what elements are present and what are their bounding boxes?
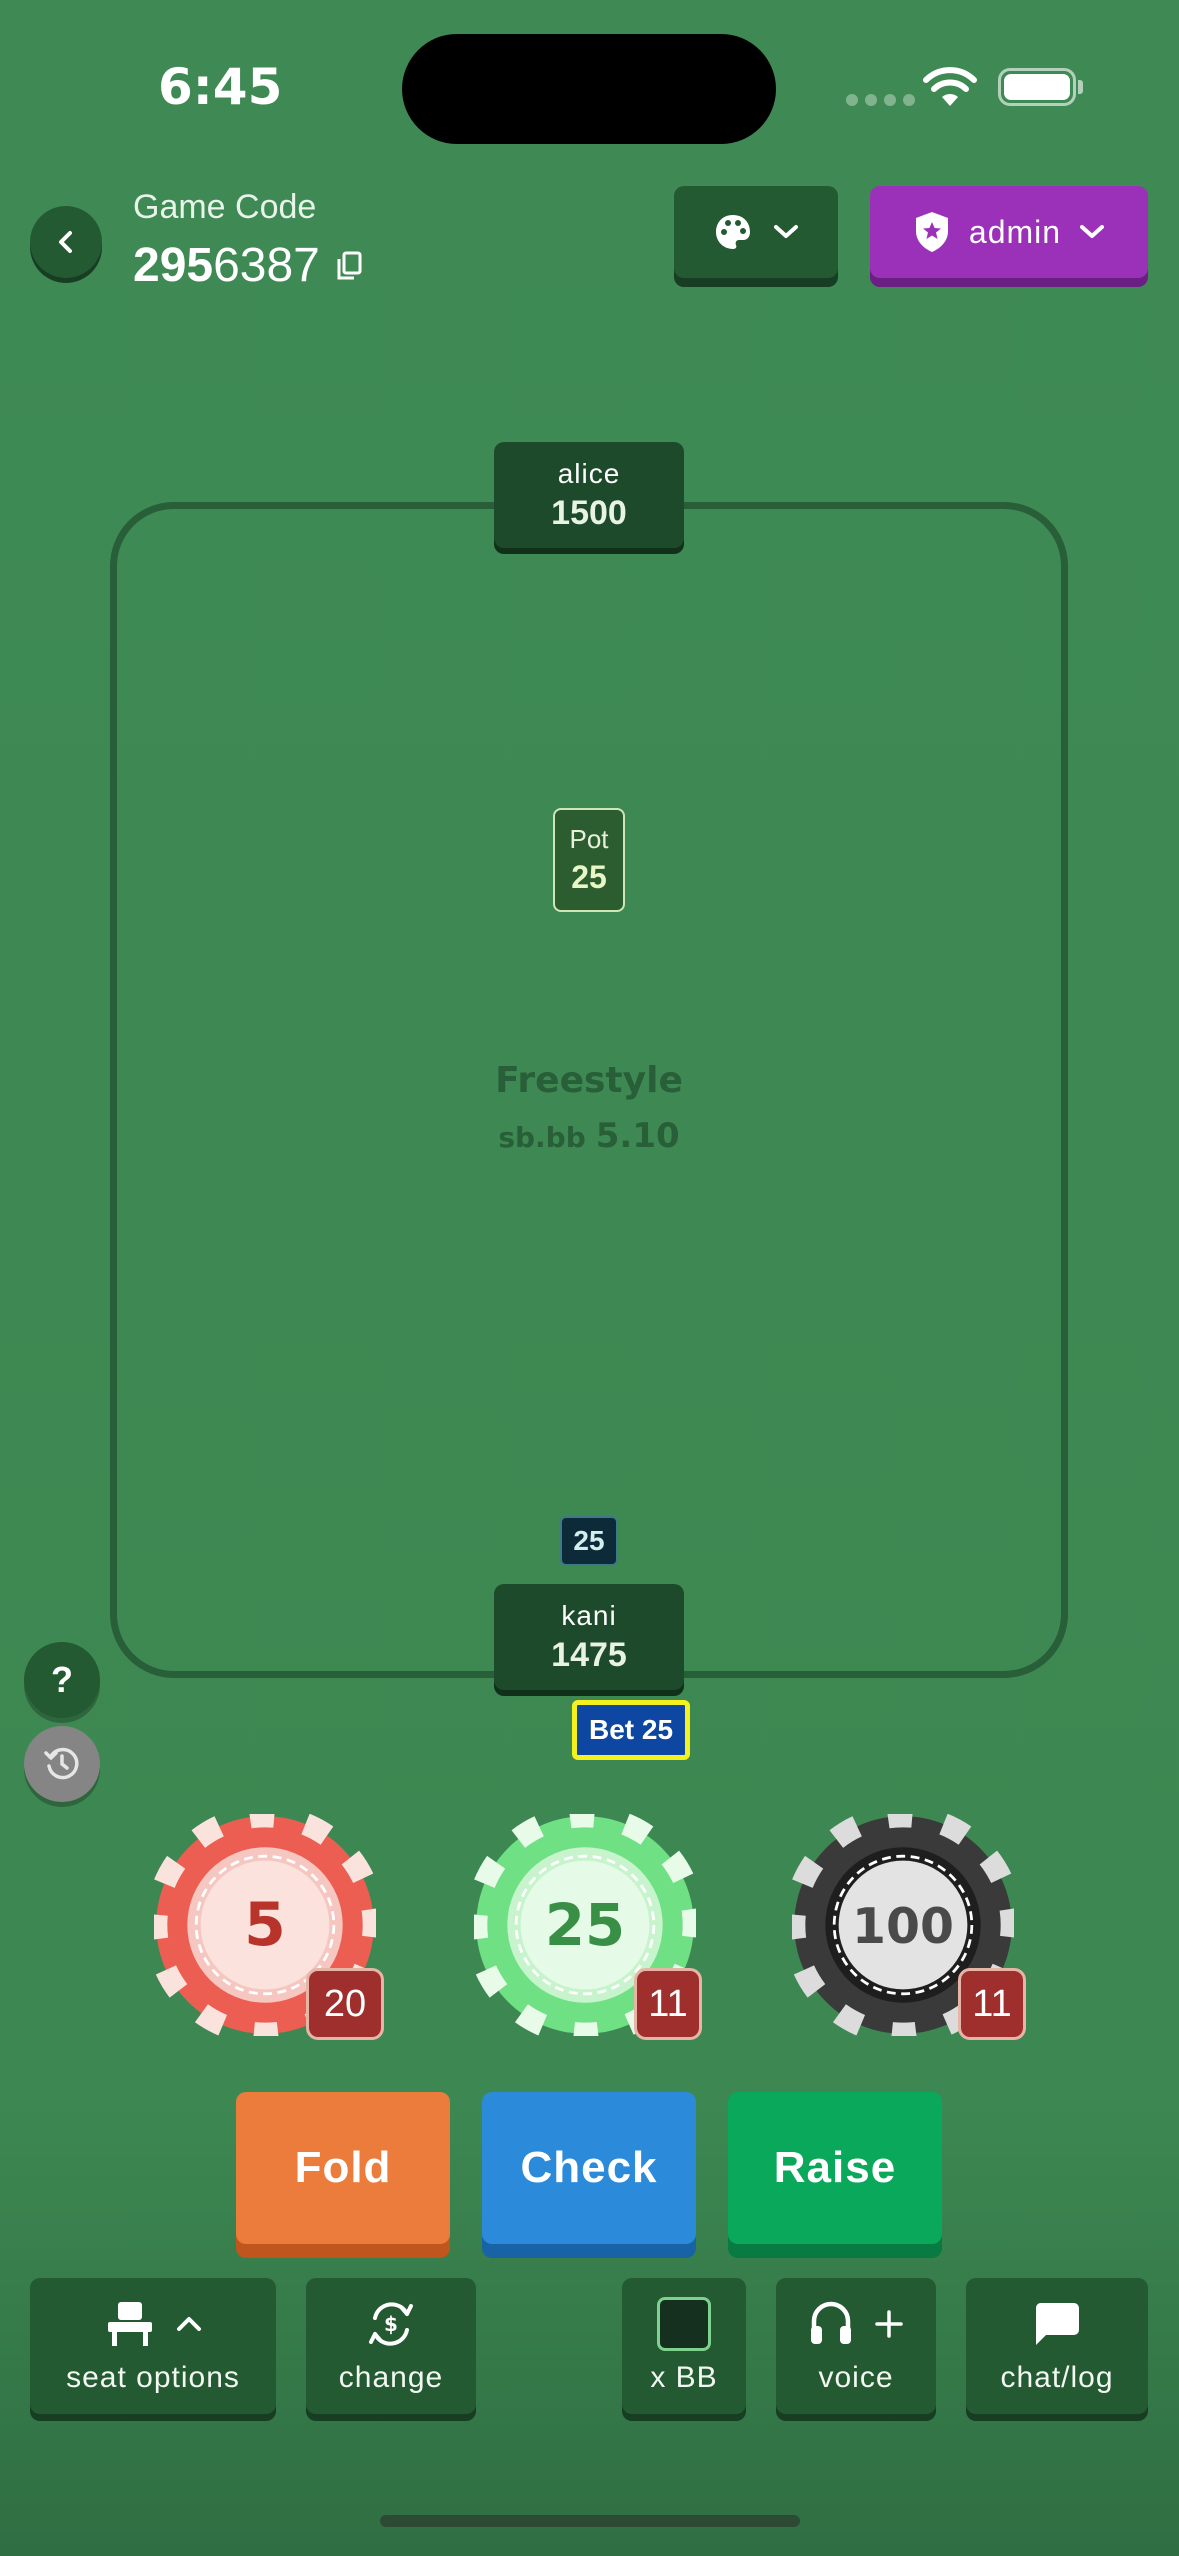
status-time: 6:45 [158, 58, 283, 116]
player-stack: 1475 [551, 1635, 627, 1674]
chip-value: 100 [852, 1898, 954, 1955]
chat-log-label: chat/log [1000, 2361, 1114, 2394]
game-code-prefix: 295 [133, 239, 214, 292]
player-bet-badge: 25 [560, 1516, 618, 1566]
chat-icon [1035, 2303, 1079, 2345]
change-button[interactable]: $ change [306, 2278, 476, 2414]
currency-exchange-icon: $ [369, 2302, 413, 2346]
player-stack: 1500 [551, 493, 627, 532]
game-variant-name: Freestyle [495, 1060, 683, 1101]
svg-text:$: $ [384, 2312, 398, 2336]
voice-label: voice [818, 2361, 894, 2394]
theme-dropdown-button[interactable] [674, 186, 838, 278]
chevron-up-icon [177, 2317, 201, 2331]
player-name: kani [561, 1599, 617, 1631]
x-bb-toggle[interactable]: x BB [622, 2278, 746, 2414]
player-seat-kani[interactable]: kani 1475 [494, 1584, 684, 1690]
shield-star-icon [915, 212, 948, 252]
seat-options-button[interactable]: seat options [30, 2278, 276, 2414]
bet-amount-tag[interactable]: Bet 25 [572, 1700, 690, 1760]
admin-dropdown-button[interactable]: admin [870, 186, 1148, 278]
chip-count-badge: 20 [306, 1968, 384, 2040]
chip-value: 25 [545, 1891, 625, 1959]
headset-icon [811, 2301, 851, 2344]
plus-icon [875, 2310, 903, 2338]
chat-log-button[interactable]: chat/log [966, 2278, 1148, 2414]
change-label: change [338, 2361, 444, 2394]
chip-count-badge: 11 [958, 1968, 1026, 2040]
history-button[interactable] [24, 1726, 100, 1802]
game-code-label: Game Code [133, 188, 317, 226]
blinds-info: sb.bb 5.10 [389, 1116, 789, 1156]
x-bb-checkbox[interactable] [657, 2297, 711, 2351]
pot-display: Pot 25 [553, 808, 625, 912]
blinds-value: 5.10 [595, 1116, 680, 1156]
seat-options-label: seat options [66, 2361, 240, 2394]
wifi-icon [923, 67, 977, 106]
help-button[interactable]: ? [24, 1642, 100, 1718]
battery-icon [998, 68, 1076, 106]
chevron-down-icon [774, 225, 798, 238]
game-code[interactable]: 295 6387 [133, 238, 362, 293]
back-button[interactable] [30, 206, 102, 278]
blinds-label: sb.bb [498, 1121, 586, 1154]
history-icon [44, 1747, 79, 1780]
fold-button[interactable]: Fold [236, 2092, 450, 2244]
player-seat-alice[interactable]: alice 1500 [494, 442, 684, 548]
admin-label: admin [968, 213, 1062, 250]
palette-icon [716, 215, 750, 249]
player-name: alice [557, 457, 621, 489]
dynamic-island [402, 34, 776, 144]
seat-icon [108, 2302, 152, 2346]
chip-count-badge: 11 [634, 1968, 702, 2040]
voice-button[interactable]: voice [776, 2278, 936, 2414]
chip-value: 5 [244, 1890, 286, 1960]
pot-value: 25 [571, 859, 607, 895]
home-indicator[interactable] [380, 2515, 800, 2527]
check-button[interactable]: Check [482, 2092, 696, 2244]
battery-tip [1078, 80, 1083, 94]
cellular-signal-icon [846, 94, 915, 106]
game-code-suffix: 6387 [213, 239, 320, 292]
x-bb-label: x BB [650, 2361, 718, 2394]
copy-icon[interactable] [336, 251, 362, 281]
pot-label: Pot [569, 824, 609, 854]
chevron-left-icon [59, 231, 72, 253]
raise-button[interactable]: Raise [728, 2092, 942, 2244]
chevron-down-icon [1080, 225, 1105, 238]
